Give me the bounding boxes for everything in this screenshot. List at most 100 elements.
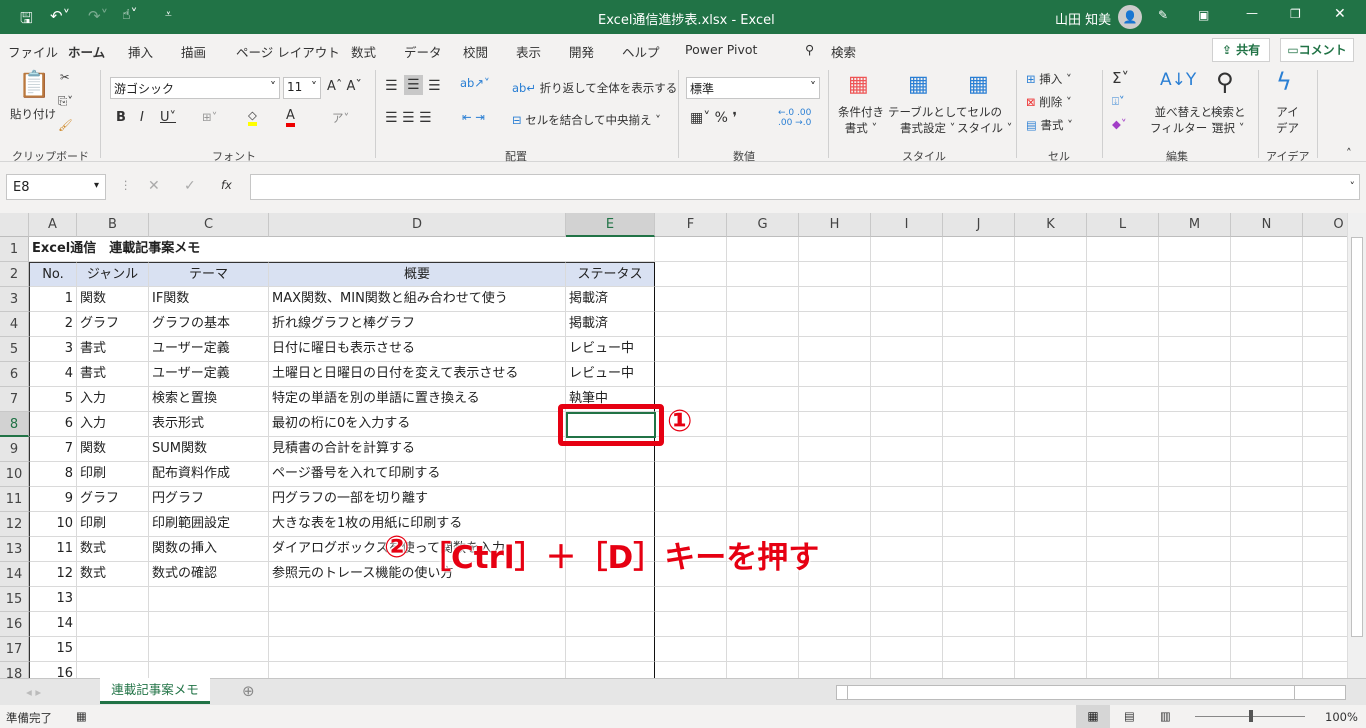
cell[interactable] bbox=[799, 287, 871, 312]
cell[interactable] bbox=[1159, 637, 1231, 662]
cell[interactable] bbox=[943, 312, 1015, 337]
paste-button[interactable]: 貼り付け bbox=[10, 106, 56, 122]
cell[interactable] bbox=[1303, 662, 1347, 678]
table-cell[interactable]: 3 bbox=[29, 337, 77, 362]
row-header-2[interactable]: 2 bbox=[0, 262, 29, 287]
font-size-select[interactable]: 11 ˅ bbox=[283, 77, 321, 99]
cell[interactable] bbox=[1231, 337, 1303, 362]
cell[interactable] bbox=[566, 237, 655, 262]
cell[interactable] bbox=[655, 262, 727, 287]
table-cell[interactable]: 円グラフ bbox=[149, 487, 269, 512]
table-cell[interactable]: 印刷範囲設定 bbox=[149, 512, 269, 537]
cell[interactable] bbox=[1303, 437, 1347, 462]
tab-help[interactable]: ヘルプ bbox=[622, 42, 660, 61]
table-cell[interactable] bbox=[149, 612, 269, 637]
cell[interactable] bbox=[1015, 412, 1087, 437]
cell[interactable] bbox=[1015, 487, 1087, 512]
cell[interactable] bbox=[727, 412, 799, 437]
row-header-13[interactable]: 13 bbox=[0, 537, 29, 562]
table-cell[interactable] bbox=[149, 662, 269, 678]
cell[interactable] bbox=[1231, 537, 1303, 562]
table-cell[interactable] bbox=[77, 637, 149, 662]
name-box[interactable]: E8 ▾ bbox=[6, 174, 106, 200]
row-header-9[interactable]: 9 bbox=[0, 437, 29, 462]
cell[interactable] bbox=[799, 637, 871, 662]
table-cell[interactable] bbox=[566, 637, 655, 662]
table-cell[interactable]: 折れ線グラフと棒グラフ bbox=[269, 312, 566, 337]
table-cell[interactable]: ユーザー定義 bbox=[149, 337, 269, 362]
tab-page-layout[interactable]: ページ レイアウト bbox=[236, 42, 340, 61]
orientation-icon[interactable]: ab↗˅ bbox=[460, 76, 490, 90]
cell[interactable] bbox=[1159, 437, 1231, 462]
cell[interactable]: Excel通信 連載記事案メモ bbox=[29, 237, 200, 262]
find-select-button[interactable]: 検索と 選択 ˅ bbox=[1211, 104, 1246, 136]
cell[interactable] bbox=[1159, 537, 1231, 562]
cell[interactable] bbox=[1231, 262, 1303, 287]
cell[interactable] bbox=[871, 587, 943, 612]
paste-icon[interactable]: 📋 bbox=[18, 70, 50, 100]
number-format-select[interactable]: 標準 ˅ bbox=[686, 77, 820, 99]
row-header-12[interactable]: 12 bbox=[0, 512, 29, 537]
cell[interactable] bbox=[655, 287, 727, 312]
cell[interactable] bbox=[871, 462, 943, 487]
table-cell[interactable]: 土曜日と日曜日の日付を変えて表示させる bbox=[269, 362, 566, 387]
cell[interactable] bbox=[1015, 337, 1087, 362]
table-cell[interactable]: MAX関数、MIN関数と組み合わせて使う bbox=[269, 287, 566, 312]
increase-font-icon[interactable]: Aˆ Aˇ bbox=[327, 79, 362, 94]
cell[interactable] bbox=[1303, 362, 1347, 387]
table-cell[interactable]: 印刷 bbox=[77, 512, 149, 537]
cell[interactable] bbox=[1087, 637, 1159, 662]
cell[interactable] bbox=[1303, 412, 1347, 437]
cell[interactable] bbox=[1303, 337, 1347, 362]
cell[interactable] bbox=[1231, 312, 1303, 337]
add-sheet-icon[interactable]: ⊕ bbox=[242, 682, 255, 700]
table-cell[interactable] bbox=[566, 612, 655, 637]
cell[interactable] bbox=[727, 387, 799, 412]
cell[interactable] bbox=[871, 387, 943, 412]
align-middle-icon[interactable]: ☰ bbox=[404, 75, 423, 95]
format-cells-button[interactable]: ▤ 書式 ˅ bbox=[1026, 117, 1073, 133]
tab-formulas[interactable]: 数式 bbox=[351, 42, 376, 61]
cell[interactable] bbox=[871, 412, 943, 437]
cell[interactable] bbox=[1087, 312, 1159, 337]
cell[interactable] bbox=[799, 487, 871, 512]
cell[interactable] bbox=[1087, 587, 1159, 612]
touch-mode-icon[interactable]: ☝˅ bbox=[122, 7, 138, 23]
cell[interactable] bbox=[1087, 537, 1159, 562]
table-cell[interactable]: IF関数 bbox=[149, 287, 269, 312]
row-header-15[interactable]: 15 bbox=[0, 587, 29, 612]
table-cell[interactable] bbox=[566, 662, 655, 678]
cell[interactable] bbox=[943, 337, 1015, 362]
table-cell[interactable]: 入力 bbox=[77, 387, 149, 412]
border-icon[interactable]: ⊞˅ bbox=[202, 110, 217, 124]
cell[interactable] bbox=[1015, 362, 1087, 387]
cell[interactable] bbox=[1231, 287, 1303, 312]
align-top-icon[interactable]: ☰ bbox=[385, 78, 398, 94]
row-header-18[interactable]: 18 bbox=[0, 662, 29, 678]
table-cell[interactable]: 書式 bbox=[77, 337, 149, 362]
row-header-1[interactable]: 1 bbox=[0, 237, 29, 262]
table-cell[interactable]: 検索と置換 bbox=[149, 387, 269, 412]
cell[interactable] bbox=[1015, 662, 1087, 678]
table-cell[interactable] bbox=[269, 662, 566, 678]
cell[interactable] bbox=[1303, 587, 1347, 612]
column-header-A[interactable]: A bbox=[29, 213, 77, 237]
cell[interactable] bbox=[871, 512, 943, 537]
cell[interactable] bbox=[655, 462, 727, 487]
cell[interactable] bbox=[871, 612, 943, 637]
horizontal-scrollbar[interactable] bbox=[836, 685, 1346, 700]
table-cell[interactable]: SUM関数 bbox=[149, 437, 269, 462]
cell[interactable] bbox=[1087, 337, 1159, 362]
cell[interactable] bbox=[943, 462, 1015, 487]
cell[interactable] bbox=[1159, 512, 1231, 537]
cell[interactable] bbox=[871, 337, 943, 362]
cell[interactable] bbox=[1159, 612, 1231, 637]
table-cell[interactable] bbox=[269, 612, 566, 637]
fill-icon[interactable]: ⍗˅ bbox=[1112, 94, 1125, 109]
table-cell[interactable]: 円グラフの一部を切り離す bbox=[269, 487, 566, 512]
insert-function-icon[interactable]: fx bbox=[221, 178, 232, 192]
cell[interactable] bbox=[655, 612, 727, 637]
cell[interactable] bbox=[655, 437, 727, 462]
cell[interactable] bbox=[1087, 387, 1159, 412]
cell[interactable] bbox=[727, 287, 799, 312]
